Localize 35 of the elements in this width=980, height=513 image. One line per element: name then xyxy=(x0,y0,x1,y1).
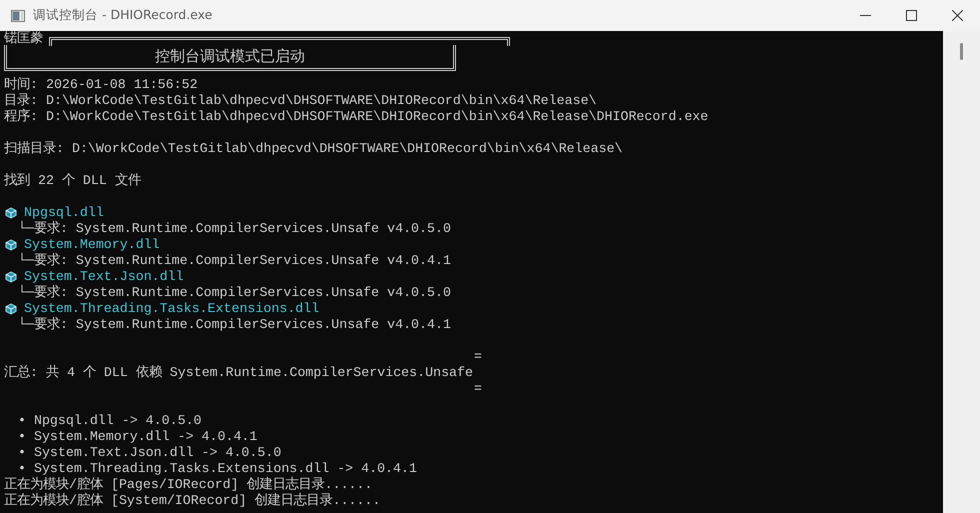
requirement-line: └─要求: System.Runtime.CompilerServices.Unsafe v4.0.4.1 xyxy=(18,317,451,333)
banner-text: 控制台调试模式已启动 xyxy=(155,47,305,66)
console-line: 找到 22 个 DLL 文件 xyxy=(4,173,141,189)
console-app-icon xyxy=(11,10,25,22)
requirement-line: └─要求: System.Runtime.CompilerServices.Unsafe v4.0.5.0 xyxy=(18,285,451,301)
window-title: 调试控制台 - DHIORecord.exe xyxy=(33,7,214,24)
dll-name: System.Text.Json.dll xyxy=(24,269,184,284)
version-item: • System.Text.Json.dll -> 4.0.5.0 xyxy=(18,445,282,461)
console-line: 程序: D:\WorkCode\TestGitlab\dhpecvd\DHSOFTWARE\DHIORecord\bin\x64\Release\DHIORecord.exe xyxy=(4,109,708,125)
summary-line: 汇总: 共 4 个 DLL 依赖 System.Runtime.CompilerServices.Unsafe xyxy=(4,365,473,381)
console-line: 扫描目录: D:\WorkCode\TestGitlab\dhpecvd\DHSOFTWARE\DHIORecord\bin\x64\Release\ xyxy=(4,141,623,157)
log-line: 正在为模块/腔体 [System/IORecord] 创建日志目录...... xyxy=(4,493,380,509)
close-icon xyxy=(952,10,962,21)
scrollbar[interactable] xyxy=(943,31,980,513)
requirement-line: └─要求: System.Runtime.CompilerServices.Unsafe v4.0.4.1 xyxy=(18,253,451,269)
requirement-line: └─要求: System.Runtime.CompilerServices.Unsafe v4.0.5.0 xyxy=(18,221,451,237)
separator-mark: = xyxy=(474,381,482,397)
minimize-icon xyxy=(860,15,870,16)
separator-mark: = xyxy=(474,349,482,365)
package-cube-icon xyxy=(5,239,17,251)
console-line: 目录: D:\WorkCode\TestGitlab\dhpecvd\DHSOFTWARE\DHIORecord\bin\x64\Release\ xyxy=(4,93,597,108)
version-item: • System.Memory.dll -> 4.0.4.1 xyxy=(18,429,258,445)
version-item: • Npgsql.dll -> 4.0.5.0 xyxy=(18,413,202,429)
scrollbar-thumb[interactable] xyxy=(960,43,963,60)
version-item: • System.Threading.Tasks.Extensions.dll -> 4.0.4.1 xyxy=(18,461,417,476)
garbled-text: 锘匡豢 xyxy=(4,31,43,47)
log-line: 正在为模块/腔体 [Pages/IORecord] 创建日志目录...... xyxy=(4,477,372,492)
package-cube-icon xyxy=(5,303,17,315)
package-cube-icon xyxy=(5,271,17,283)
maximize-icon xyxy=(906,10,916,21)
dll-name: System.Memory.dll xyxy=(24,237,160,252)
package-cube-icon xyxy=(5,207,17,219)
console-line: 时间: 2026-01-08 11:56:52 xyxy=(4,77,198,93)
dll-name: System.Threading.Tasks.Extensions.dll xyxy=(24,301,320,316)
dll-name: Npgsql.dll xyxy=(24,205,104,220)
